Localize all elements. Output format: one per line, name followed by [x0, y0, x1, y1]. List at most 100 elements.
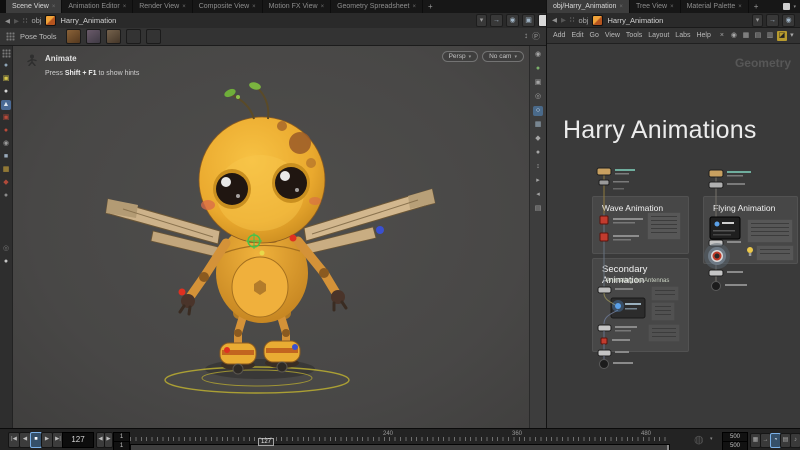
path-node-name[interactable]: Harry_Animation	[607, 16, 663, 25]
new-tab-button[interactable]: +	[423, 0, 438, 13]
tab-tree-view[interactable]: Tree View ×	[630, 0, 681, 13]
sticky-note[interactable]	[756, 245, 794, 261]
tab-material-palette[interactable]: Material Palette ×	[681, 0, 749, 13]
select-arrow-icon[interactable]: ▲	[1, 100, 11, 110]
view-option-icon[interactable]: ↕	[533, 162, 543, 172]
new-tab-button[interactable]: +	[749, 0, 764, 13]
sort-order-icon[interactable]: ↕	[524, 31, 528, 42]
menu-layout[interactable]: Layout	[648, 32, 669, 39]
pose-tool-icon-5[interactable]	[146, 29, 161, 44]
back-icon[interactable]: ◀	[5, 17, 10, 25]
more-menu-icon[interactable]: ▾	[789, 31, 795, 41]
global-start-field[interactable]: 1	[113, 441, 130, 450]
menu-tools[interactable]: Tools	[626, 32, 642, 39]
snap-icon[interactable]: ●	[533, 64, 543, 74]
path-dropdown-icon[interactable]: ▾	[752, 14, 763, 27]
shelf-tool-icon[interactable]: ■	[1, 152, 11, 162]
view-option-icon[interactable]: ◆	[533, 134, 543, 144]
shelf-tool-icon[interactable]: ◆	[1, 178, 11, 188]
parameter-p-icon[interactable]: Ⓟ	[532, 31, 540, 42]
target-icon[interactable]: ◉	[506, 14, 519, 27]
background-image-icon[interactable]: ▦	[533, 120, 543, 130]
audio-icon[interactable]: ♪	[790, 433, 800, 448]
flying-node-chain[interactable]	[704, 170, 753, 291]
menu-labs[interactable]: Labs	[675, 32, 690, 39]
snapshot-icon[interactable]: ◪	[777, 31, 787, 41]
menu-edit[interactable]: Edit	[571, 32, 583, 39]
timeline-ruler[interactable]	[130, 437, 668, 441]
camera-persp-menu[interactable]: Persp ▾	[442, 51, 479, 62]
tab-composite-view[interactable]: Composite View ×	[193, 0, 263, 13]
sticky-note[interactable]	[648, 324, 680, 342]
playhead-marker[interactable]: 127	[258, 430, 274, 448]
lock-icon[interactable]: ▣	[1, 113, 11, 123]
close-icon[interactable]: ×	[670, 4, 674, 10]
no-cam-menu[interactable]: No cam ▾	[482, 51, 524, 62]
target-icon[interactable]: ◉	[782, 14, 795, 27]
network-canvas[interactable]: Geometry Harry Animations Wave Animation…	[547, 44, 800, 428]
list-icon[interactable]: ▤	[753, 31, 763, 41]
forward-icon[interactable]: ▶	[561, 16, 566, 24]
wave-node-chain[interactable]	[597, 168, 643, 287]
menu-go[interactable]: Go	[590, 32, 599, 39]
sticky-note[interactable]	[747, 219, 793, 243]
close-icon[interactable]: ×	[619, 4, 623, 10]
view-option-icon[interactable]: ◂	[533, 190, 543, 200]
step-forward-button[interactable]: ▶	[104, 432, 113, 448]
jump-icon[interactable]: →	[490, 14, 503, 27]
close-icon[interactable]: ×	[182, 4, 186, 10]
path-pin-icon[interactable]: ∷	[23, 17, 27, 25]
path-context[interactable]: obj	[578, 16, 588, 25]
path-pin-icon[interactable]: ∷	[570, 16, 574, 24]
tab-motion-fx-view[interactable]: Motion FX View ×	[263, 0, 331, 13]
view-option-icon[interactable]: ◉	[533, 50, 543, 60]
shelf-tool-icon[interactable]: ▣	[1, 74, 11, 84]
shelf-tool-icon[interactable]: ●	[1, 191, 11, 201]
sticky-note[interactable]	[651, 286, 679, 301]
playbar-options-caret[interactable]: ▾	[710, 436, 713, 442]
sticky-note[interactable]	[651, 302, 675, 321]
menu-add[interactable]: Add	[553, 32, 565, 39]
antennae[interactable]	[223, 81, 268, 119]
close-icon[interactable]: ×	[321, 4, 325, 10]
path-node-name[interactable]: Harry_Animation	[60, 16, 116, 25]
shelf-tool-icon[interactable]: ◉	[1, 139, 11, 149]
scene-viewport[interactable]: Animate Press Shift + F1 to show hints P…	[13, 46, 546, 428]
panel-icon[interactable]: ▣	[522, 14, 535, 27]
columns-icon[interactable]: ▥	[765, 31, 775, 41]
path-dropdown-icon[interactable]: ▾	[476, 14, 487, 27]
shelf-tool-icon[interactable]: ●	[1, 87, 11, 97]
pose-tool-icon-1[interactable]	[66, 29, 81, 44]
view-option-icon[interactable]: ●	[533, 148, 543, 158]
right-wing[interactable]	[304, 189, 435, 254]
forward-icon[interactable]: ▶	[14, 17, 19, 25]
tools-icon[interactable]: ×	[717, 31, 727, 41]
view-option-icon[interactable]: ▸	[533, 176, 543, 186]
lighting-icon[interactable]: ○	[533, 106, 543, 116]
jump-icon[interactable]: →	[766, 14, 779, 27]
pane-menu-icon[interactable]: ▾	[793, 4, 796, 10]
pane-maximize-icon[interactable]	[783, 3, 790, 10]
playback-range-slider[interactable]	[130, 444, 670, 450]
path-context[interactable]: obj	[31, 16, 41, 25]
grid-icon[interactable]: ▦	[741, 31, 751, 41]
shelf-tool-icon[interactable]: ◎	[1, 244, 11, 254]
tab-render-view[interactable]: Render View ×	[133, 0, 192, 13]
secondary-node-chain[interactable]	[598, 287, 645, 369]
menu-view[interactable]: View	[605, 32, 620, 39]
robot-character[interactable]	[68, 81, 488, 441]
pose-tool-icon-2[interactable]	[86, 29, 101, 44]
shelf-tool-icon[interactable]: ●	[1, 257, 11, 267]
current-frame-field[interactable]: 127	[62, 432, 94, 448]
close-icon[interactable]: ×	[252, 4, 256, 10]
menu-help[interactable]: Help	[696, 32, 710, 39]
sticky-note[interactable]	[647, 212, 681, 240]
tab-network-harry-animation[interactable]: obj/Harry_Animation ×	[547, 0, 630, 13]
shelf-tool-icon[interactable]: ▦	[1, 165, 11, 175]
close-icon[interactable]: ×	[123, 4, 127, 10]
close-icon[interactable]: ×	[52, 4, 56, 10]
shelf-tool-icon[interactable]: ●	[1, 126, 11, 136]
view-option-icon[interactable]: ▤	[533, 204, 543, 214]
global-end-field[interactable]: 500	[722, 441, 748, 450]
pose-tool-icon-4[interactable]	[126, 29, 141, 44]
